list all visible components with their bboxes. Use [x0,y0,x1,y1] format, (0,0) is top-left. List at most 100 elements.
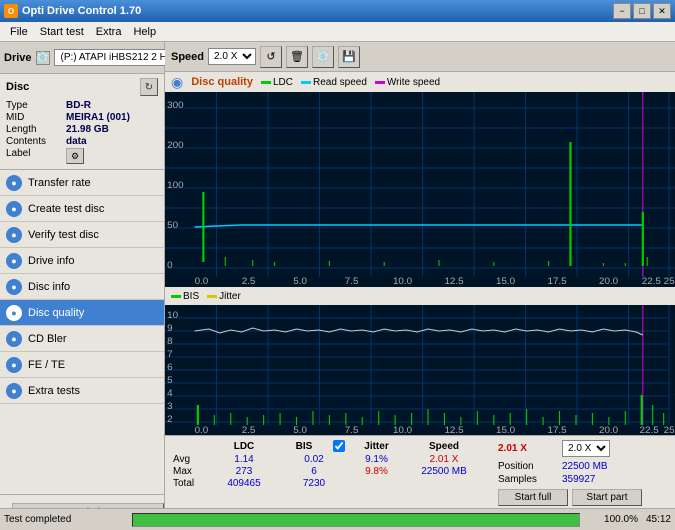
sidebar-item-disc-quality[interactable]: ● Disc quality [0,300,164,326]
sidebar-item-disc-info[interactable]: ● Disc info [0,274,164,300]
menu-file[interactable]: File [4,25,34,39]
disc-mid-row: MID MEIRA1 (001) [6,112,158,123]
total-ldc: 409465 [209,478,279,489]
refresh-button[interactable]: ↺ [260,46,282,68]
svg-text:50: 50 [167,220,178,230]
disc-label-edit-button[interactable]: ⚙ [66,148,84,164]
svg-text:2.5: 2.5 [242,276,256,286]
disc-panel: Disc ↻ Type BD-R MID MEIRA1 (001) Length… [0,74,164,170]
sidebar-item-drive-info[interactable]: ● Drive info [0,248,164,274]
svg-text:7.5: 7.5 [345,276,359,286]
bis-header: BIS [279,441,329,452]
svg-text:5.0: 5.0 [293,425,307,435]
write-speed-color [375,81,385,84]
title-bar-text: O Opti Drive Control 1.70 [4,4,141,18]
start-part-button[interactable]: Start part [572,489,642,506]
disc-info-icon: ● [6,279,22,295]
disc-refresh-button[interactable]: ↻ [140,78,158,96]
samples-value: 359927 [562,474,595,485]
window-controls: − □ ✕ [613,3,671,19]
max-bis: 6 [279,466,349,477]
fe-te-icon: ● [6,357,22,373]
total-bis: 7230 [279,478,349,489]
svg-text:0.0: 0.0 [195,425,209,435]
erase-button[interactable]: 🗑 [286,46,308,68]
svg-text:8: 8 [167,336,172,346]
upper-chart: 300 200 100 50 0 8X 7X 6X 5X 4X 3X 2X 1X… [165,92,675,287]
speed-info-label: 2.01 X [498,443,558,454]
legend-write-speed: Write speed [375,77,440,88]
lower-chart: 10 9 8 7 6 5 4 3 2 10% 8% 6% 4% 2% 0.0 2… [165,305,675,435]
max-label: Max [173,466,209,477]
disc-header: Disc ↻ [6,78,158,96]
start-full-button[interactable]: Start full [498,489,568,506]
legend-ldc: LDC [261,77,293,88]
status-bar: Test completed 100.0% 45:12 [0,508,675,530]
speed-toolbar: Speed 2.0 X ↺ 🗑 💿 💾 [165,42,675,72]
svg-text:0.0: 0.0 [195,276,209,286]
svg-text:10.0: 10.0 [393,276,412,286]
svg-text:100: 100 [167,180,183,190]
svg-text:10: 10 [167,310,178,320]
save-button[interactable]: 💾 [338,46,360,68]
drive-info-icon: ● [6,253,22,269]
sidebar-item-verify-test-disc[interactable]: ● Verify test disc [0,222,164,248]
drive-label: Drive [4,52,32,64]
drive-icon: 💿 [36,51,50,65]
ldc-header: LDC [209,441,279,452]
max-speed: 22500 MB [404,466,484,477]
legend-read-speed: Read speed [301,77,367,88]
avg-ldc: 1.14 [209,454,279,465]
menu-extra[interactable]: Extra [90,25,128,39]
svg-text:10.0: 10.0 [393,425,412,435]
position-value: 22500 MB [562,461,608,472]
disc-type-row: Type BD-R [6,100,158,111]
speed-header: Speed [404,441,484,452]
svg-text:17.5: 17.5 [547,276,566,286]
sidebar-item-create-test-disc[interactable]: ● Create test disc [0,196,164,222]
svg-text:200: 200 [167,140,183,150]
minimize-button[interactable]: − [613,3,631,19]
svg-text:5.0: 5.0 [293,276,307,286]
burn-button[interactable]: 💿 [312,46,334,68]
speed-label: Speed [171,51,204,63]
samples-label: Samples [498,474,558,485]
nav-list: ● Transfer rate ● Create test disc ● Ver… [0,170,164,404]
jitter-checkbox[interactable] [333,440,345,452]
legend-jitter: Jitter [207,291,241,302]
action-buttons: Start full Start part [498,489,675,509]
sidebar-item-extra-tests[interactable]: ● Extra tests [0,378,164,404]
max-jitter: 9.8% [349,466,404,477]
svg-text:25.0 GB: 25.0 GB [664,425,675,435]
menu-help[interactable]: Help [127,25,162,39]
speed-info-row: 2.01 X 2.0 X [498,440,675,457]
drive-bar: Drive 💿 (P:) ATAPI iHBS212 2 HL05 ▲ [0,42,164,74]
stats-avg-row: Avg 1.14 0.02 9.1% 2.01 X [173,454,484,465]
status-text: Test completed [4,514,124,525]
lower-chart-header: BIS Jitter [165,287,675,305]
sidebar-item-transfer-rate[interactable]: ● Transfer rate [0,170,164,196]
legend-bis: BIS [171,291,199,302]
sidebar-item-fe-te[interactable]: ● FE / TE [0,352,164,378]
speed-select-right[interactable]: 2.0 X [562,440,610,457]
maximize-button[interactable]: □ [633,3,651,19]
position-label: Position [498,461,558,472]
sidebar-item-cd-bler[interactable]: ● CD Bler [0,326,164,352]
avg-bis: 0.02 [279,454,349,465]
stats-max-row: Max 273 6 9.8% 22500 MB [173,466,484,477]
menu-start-test[interactable]: Start test [34,25,90,39]
stats-total-row: Total 409465 7230 [173,478,484,489]
progress-percent: 100.0% [588,514,638,525]
chart-header: ◉ Disc quality LDC Read speed Write spee… [165,72,675,92]
svg-text:20.0: 20.0 [599,425,618,435]
svg-text:15.0: 15.0 [496,276,515,286]
read-speed-color [301,81,311,84]
avg-speed: 2.01 X [404,454,484,465]
right-stats: 2.01 X 2.0 X Position 22500 MB Samples 3… [492,436,675,517]
close-button[interactable]: ✕ [653,3,671,19]
svg-text:9: 9 [167,323,172,333]
speed-select[interactable]: 2.0 X [208,48,256,65]
svg-text:22.5: 22.5 [640,425,659,435]
app-icon: O [4,4,18,18]
cd-bler-icon: ● [6,331,22,347]
